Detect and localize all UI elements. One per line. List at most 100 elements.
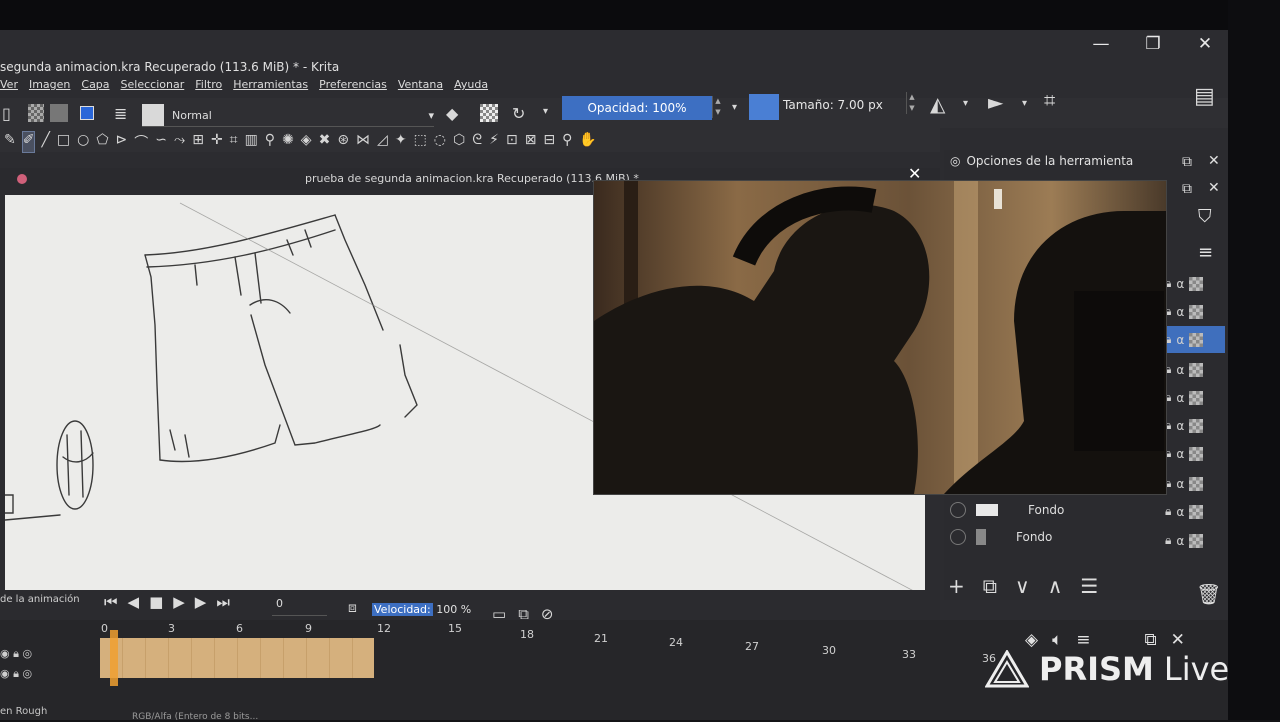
opacity-slider[interactable]: Opacidad: 100% xyxy=(562,96,712,120)
pin-tool-icon[interactable]: ✦ xyxy=(395,132,407,152)
playhead[interactable] xyxy=(110,630,118,686)
close-docker-icon[interactable]: ✕ xyxy=(1171,630,1185,650)
close-overlay-icon[interactable]: ✕ xyxy=(908,164,921,183)
visibility-icon[interactable]: ◉ xyxy=(0,667,10,680)
current-frame-field[interactable]: 0 xyxy=(272,597,327,616)
pattern-icon[interactable] xyxy=(28,104,44,122)
playback-speed[interactable]: Velocidad: 100 % xyxy=(372,603,471,616)
alpha-lock-icon[interactable] xyxy=(480,104,498,122)
menu-seleccionar[interactable]: Seleccionar xyxy=(121,78,185,98)
close-button[interactable]: ✕ xyxy=(1194,34,1216,54)
menu-icon[interactable]: ≡ xyxy=(1076,630,1090,650)
alpha-icon[interactable]: α xyxy=(1176,305,1184,319)
visibility-icon[interactable] xyxy=(950,529,966,545)
inherit-alpha-icon[interactable] xyxy=(1189,418,1204,433)
add-layer-icon[interactable]: + xyxy=(948,574,965,598)
stop-icon[interactable]: ■ xyxy=(149,593,163,611)
eraser-icon[interactable]: ◆ xyxy=(446,104,458,123)
inherit-alpha-icon[interactable] xyxy=(1189,504,1204,519)
menu-filtro[interactable]: Filtro xyxy=(195,78,222,98)
inherit-alpha-icon[interactable] xyxy=(1189,304,1204,319)
panel-layout-icon[interactable]: ▤ xyxy=(1194,84,1215,109)
gradient-icon[interactable] xyxy=(50,104,68,122)
maximize-button[interactable]: ❐ xyxy=(1142,34,1164,54)
mirror-vertical-icon[interactable]: ► xyxy=(988,90,1003,114)
alpha-icon[interactable]: α xyxy=(1176,391,1184,405)
layer-row[interactable]: 🔒︎ α xyxy=(1165,498,1225,525)
size-spinner[interactable]: ▲ ▼ xyxy=(906,92,917,114)
inherit-alpha-icon[interactable] xyxy=(1189,362,1204,377)
brush-presets-icon[interactable]: ≣ xyxy=(114,104,127,123)
lock-icon[interactable]: 🔒︎ xyxy=(13,667,19,680)
layer-row[interactable]: 🔒︎ α xyxy=(1165,298,1225,325)
measure-tool-icon[interactable]: ⋈ xyxy=(356,132,370,152)
layer-properties-icon[interactable]: ☰ xyxy=(1080,574,1098,598)
menu-ventana[interactable]: Ventana xyxy=(398,78,443,98)
size-slider[interactable]: Tamaño: 7.00 px xyxy=(783,98,883,112)
menu-icon[interactable]: ≡ xyxy=(1198,242,1213,263)
brush-tool-icon[interactable]: ✐ xyxy=(21,131,36,153)
reference-tool-icon[interactable]: ◿ xyxy=(377,132,388,152)
foreground-color-swatch[interactable] xyxy=(749,94,779,120)
delete-layer-icon[interactable]: 🗑︎ xyxy=(1196,582,1221,606)
menu-herramientas[interactable]: Herramientas xyxy=(233,78,308,98)
inherit-alpha-icon[interactable] xyxy=(1189,390,1204,405)
inherit-alpha-icon[interactable] xyxy=(1189,476,1204,491)
magnetic-select-icon[interactable]: ⊟ xyxy=(543,132,555,152)
layer-row[interactable]: 🔒︎ α xyxy=(1165,412,1225,439)
alpha-icon[interactable]: α xyxy=(1176,277,1184,291)
alpha-icon[interactable]: α xyxy=(1176,534,1184,548)
layer-row[interactable]: 🔒︎ α xyxy=(1165,356,1225,383)
inherit-alpha-icon[interactable] xyxy=(1189,446,1204,461)
alpha-icon[interactable]: α xyxy=(1176,505,1184,519)
onion-skins-icon[interactable]: ◈ xyxy=(1025,630,1038,650)
menu-ayuda[interactable]: Ayuda xyxy=(454,78,488,98)
next-frame-icon[interactable]: ▶ xyxy=(195,593,207,611)
move-up-icon[interactable]: ∧ xyxy=(1048,574,1063,598)
rectangle-tool-icon[interactable]: □ xyxy=(57,132,70,152)
color-swap-icon[interactable] xyxy=(80,106,94,120)
lock-icon[interactable]: 🔒︎ xyxy=(1165,504,1171,519)
ellipse-tool-icon[interactable]: ○ xyxy=(77,132,89,152)
enclose-fill-icon[interactable]: ✖ xyxy=(319,132,331,152)
float-docker-icon[interactable]: ⧉ xyxy=(1182,154,1192,170)
crop-tool-icon[interactable]: ⌗ xyxy=(230,132,238,152)
alpha-icon[interactable]: α xyxy=(1176,333,1184,347)
menu-capa[interactable]: Capa xyxy=(81,78,109,98)
ellipse-select-icon[interactable]: ◌ xyxy=(434,132,446,152)
float-docker-icon[interactable]: ⧉ xyxy=(1182,181,1192,197)
alpha-icon[interactable]: α xyxy=(1176,419,1184,433)
float-docker-icon[interactable]: ⧉ xyxy=(1145,630,1157,650)
last-frame-icon[interactable]: ⏭ xyxy=(216,593,230,611)
play-icon[interactable]: ▶ xyxy=(173,593,185,611)
document-tab[interactable]: prueba de segunda animacion.kra Recupera… xyxy=(305,172,639,185)
pan-tool-icon[interactable]: ✋ xyxy=(579,132,596,152)
polyline-tool-icon[interactable]: ⊳ xyxy=(116,132,128,152)
polygon-select-icon[interactable]: ⬡ xyxy=(453,132,465,152)
color-picker-icon[interactable]: ⚲ xyxy=(265,132,275,152)
lock-icon[interactable]: 🔒︎ xyxy=(1165,533,1171,548)
freehand-select-icon[interactable]: ᘓ xyxy=(472,132,482,152)
duplicate-layer-icon[interactable]: ⧉ xyxy=(983,574,997,598)
layer-item[interactable]: Fondo xyxy=(950,524,1160,550)
layer-row[interactable]: 🔒︎ α xyxy=(1165,470,1225,497)
visibility-icon[interactable] xyxy=(950,502,966,518)
layer-row[interactable]: 🔒︎ α xyxy=(1165,384,1225,411)
transform-icon[interactable]: ⊞ xyxy=(192,132,204,152)
polygon-tool-icon[interactable]: ⬠ xyxy=(96,132,108,152)
frame-settings-icon[interactable]: ⧈ xyxy=(348,600,357,616)
move-tool-icon[interactable]: ✛ xyxy=(211,132,223,152)
alpha-icon[interactable]: α xyxy=(1176,447,1184,461)
move-down-icon[interactable]: ∨ xyxy=(1015,574,1030,598)
menu-ver[interactable]: Ver xyxy=(0,78,18,98)
alpha-icon[interactable]: α xyxy=(1176,477,1184,491)
audio-volume-icon[interactable]: 🔈︎ xyxy=(1052,630,1062,650)
assistant-tool-icon[interactable]: ⊛ xyxy=(337,132,349,152)
magic-wand-icon[interactable]: ⚡ xyxy=(489,132,499,152)
wrap-around-icon[interactable]: ⌗ xyxy=(1044,88,1055,112)
menu-imagen[interactable]: Imagen xyxy=(29,78,70,98)
alpha-icon[interactable]: α xyxy=(1176,363,1184,377)
first-frame-icon[interactable]: ⏮ xyxy=(104,593,118,611)
layer-row[interactable]: 🔒︎ α xyxy=(1165,270,1225,297)
menu-preferencias[interactable]: Preferencias xyxy=(319,78,387,98)
